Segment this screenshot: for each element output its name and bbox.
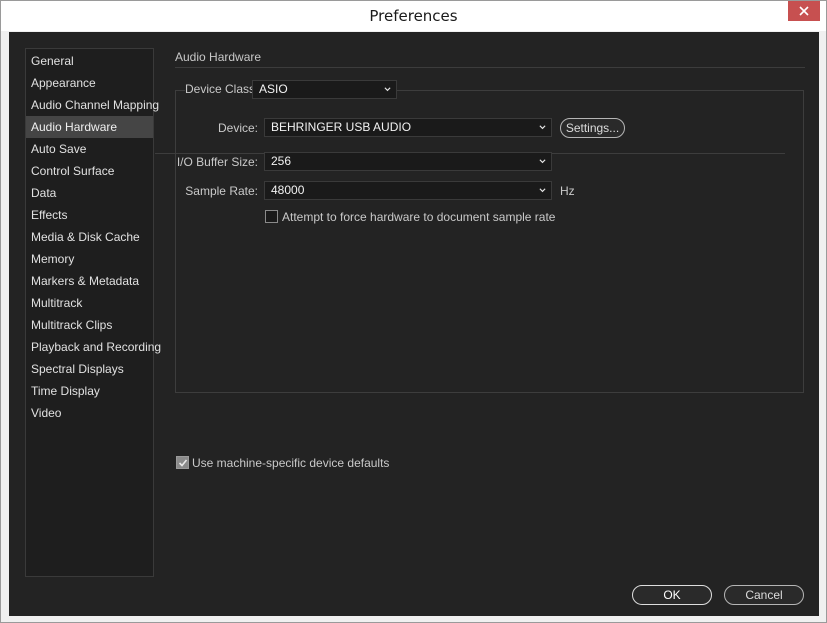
checkmark-icon [178,459,188,467]
sidebar-item-markers-metadata[interactable]: Markers & Metadata [26,270,153,292]
buffer-size-value: 256 [271,154,292,168]
close-icon [799,6,809,16]
sidebar-item-effects[interactable]: Effects [26,204,153,226]
sidebar-item-appearance[interactable]: Appearance [26,72,153,94]
section-title: Audio Hardware [175,50,262,64]
title-bar[interactable]: Preferences [1,1,826,31]
sidebar-item-video[interactable]: Video [26,402,153,424]
sidebar-item-data[interactable]: Data [26,182,153,204]
chevron-down-icon [384,87,391,92]
close-button[interactable] [788,1,820,21]
sidebar-item-general[interactable]: General [26,50,153,72]
device-settings-button[interactable]: Settings... [560,118,625,138]
sample-rate-label: Sample Rate: [185,184,258,198]
sample-rate-unit: Hz [560,184,575,198]
cancel-button[interactable]: Cancel [724,585,804,605]
dialog-client-area: General Appearance Audio Channel Mapping… [9,32,819,616]
window-title: Preferences [369,7,458,25]
sidebar-item-playback-recording[interactable]: Playback and Recording [26,336,161,358]
preferences-sidebar: General Appearance Audio Channel Mapping… [25,48,161,577]
sidebar-item-audio-channel-mapping[interactable]: Audio Channel Mapping [26,94,159,116]
device-class-label: Device Class: [185,82,263,96]
sidebar-item-memory[interactable]: Memory [26,248,153,270]
section-divider [175,67,805,68]
chevron-down-icon [539,125,546,130]
sidebar-item-multitrack[interactable]: Multitrack [26,292,153,314]
buffer-size-dropdown[interactable]: 256 [264,152,552,171]
sidebar-item-audio-hardware[interactable]: Audio Hardware [26,116,153,138]
force-sample-rate-checkbox[interactable] [265,210,278,223]
device-class-dropdown[interactable]: ASIO [252,80,397,99]
device-value: BEHRINGER USB AUDIO [271,120,412,134]
ok-button[interactable]: OK [632,585,712,605]
machine-defaults-checkbox[interactable] [176,456,189,469]
machine-defaults-label: Use machine-specific device defaults [192,456,390,470]
sidebar-item-media-disk-cache[interactable]: Media & Disk Cache [26,226,153,248]
chevron-down-icon [539,159,546,164]
sidebar-item-multitrack-clips[interactable]: Multitrack Clips [26,314,153,336]
sidebar-item-spectral-displays[interactable]: Spectral Displays [26,358,153,380]
device-class-value: ASIO [259,82,288,96]
device-dropdown[interactable]: BEHRINGER USB AUDIO [264,118,552,137]
sidebar-item-time-display[interactable]: Time Display [26,380,153,402]
sidebar-item-auto-save[interactable]: Auto Save [26,138,153,160]
sample-rate-value: 48000 [271,183,305,197]
force-sample-rate-label: Attempt to force hardware to document sa… [282,210,556,224]
chevron-down-icon [539,188,546,193]
sidebar-item-control-surface[interactable]: Control Surface [26,160,153,182]
preferences-window: Preferences General Appearance Audio Cha… [0,0,827,623]
sample-rate-dropdown[interactable]: 48000 [264,181,552,200]
device-label: Device: [217,121,258,135]
buffer-size-label: I/O Buffer Size: [176,155,258,169]
